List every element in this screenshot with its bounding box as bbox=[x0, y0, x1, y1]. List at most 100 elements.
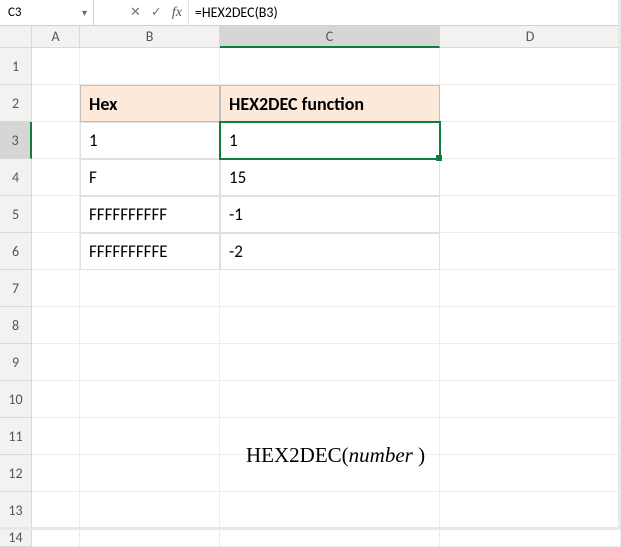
cell-B9[interactable] bbox=[80, 344, 220, 381]
cell-A9[interactable] bbox=[32, 344, 80, 381]
col-header-B[interactable]: B bbox=[80, 26, 220, 48]
row-header-7[interactable]: 7 bbox=[0, 270, 32, 307]
column-headers: A B C D bbox=[0, 26, 621, 48]
cell-B1[interactable] bbox=[80, 48, 220, 85]
enter-icon[interactable]: ✓ bbox=[151, 5, 162, 20]
row-header-1[interactable]: 1 bbox=[0, 48, 32, 85]
cell-C6[interactable]: -2 bbox=[220, 233, 440, 270]
cell-C9[interactable] bbox=[220, 344, 440, 381]
cell-A11[interactable] bbox=[32, 418, 80, 455]
formula-text: =HEX2DEC(B3) bbox=[195, 4, 278, 21]
cell-A5[interactable] bbox=[32, 196, 80, 233]
row-header-4[interactable]: 4 bbox=[0, 159, 32, 196]
cell-C8[interactable] bbox=[220, 307, 440, 344]
cell-A4[interactable] bbox=[32, 159, 80, 196]
row-10: 10 bbox=[0, 381, 621, 418]
cell-B2[interactable]: Hex bbox=[80, 85, 220, 122]
row-header-6[interactable]: 6 bbox=[0, 233, 32, 270]
cell-C2[interactable]: HEX2DEC function bbox=[220, 85, 440, 122]
row-header-14[interactable]: 14 bbox=[0, 529, 32, 547]
cell-C3[interactable]: 1 bbox=[220, 122, 440, 159]
cell-D6[interactable] bbox=[440, 233, 621, 270]
table-header-hex: Hex bbox=[89, 93, 117, 115]
row-header-10[interactable]: 10 bbox=[0, 381, 32, 418]
cell-A10[interactable] bbox=[32, 381, 80, 418]
cell-value: FFFFFFFFFE bbox=[89, 241, 168, 262]
row-header-11[interactable]: 11 bbox=[0, 418, 32, 455]
cell-D3[interactable] bbox=[440, 122, 621, 159]
cell-C1[interactable] bbox=[220, 48, 440, 85]
cell-A12[interactable] bbox=[32, 455, 80, 492]
cell-B11[interactable] bbox=[80, 418, 220, 455]
cell-A1[interactable] bbox=[32, 48, 80, 85]
cell-B12[interactable] bbox=[80, 455, 220, 492]
col-header-D[interactable]: D bbox=[440, 26, 621, 48]
cell-B7[interactable] bbox=[80, 270, 220, 307]
fill-handle[interactable] bbox=[436, 155, 442, 161]
formula-bar-divider bbox=[94, 0, 124, 25]
cell-A8[interactable] bbox=[32, 307, 80, 344]
cell-D13[interactable] bbox=[440, 492, 621, 529]
row-2: 2 Hex HEX2DEC function bbox=[0, 85, 621, 122]
cell-D2[interactable] bbox=[440, 85, 621, 122]
select-all-corner[interactable] bbox=[0, 26, 32, 48]
cell-D7[interactable] bbox=[440, 270, 621, 307]
row-header-12[interactable]: 12 bbox=[0, 455, 32, 492]
formula-input[interactable]: =HEX2DEC(B3) bbox=[188, 0, 621, 25]
row-header-2[interactable]: 2 bbox=[0, 85, 32, 122]
chevron-down-icon[interactable]: ▾ bbox=[78, 6, 87, 19]
row-header-8[interactable]: 8 bbox=[0, 307, 32, 344]
row-6: 6 FFFFFFFFFE -2 bbox=[0, 233, 621, 270]
row-5: 5 FFFFFFFFFF -1 bbox=[0, 196, 621, 233]
cell-D10[interactable] bbox=[440, 381, 621, 418]
cell-B14[interactable] bbox=[80, 529, 220, 547]
row-header-9[interactable]: 9 bbox=[0, 344, 32, 381]
cell-A13[interactable] bbox=[32, 492, 80, 529]
row-9: 9 bbox=[0, 344, 621, 381]
cancel-icon[interactable]: ✕ bbox=[130, 5, 141, 20]
cell-value: F bbox=[89, 167, 97, 188]
syntax-arg: number bbox=[349, 443, 413, 467]
cell-B4[interactable]: F bbox=[80, 159, 220, 196]
cell-B13[interactable] bbox=[80, 492, 220, 529]
cell-C13[interactable] bbox=[220, 492, 440, 529]
row-header-3[interactable]: 3 bbox=[0, 122, 32, 159]
row-8: 8 bbox=[0, 307, 621, 344]
cell-D5[interactable] bbox=[440, 196, 621, 233]
cell-B8[interactable] bbox=[80, 307, 220, 344]
cell-B10[interactable] bbox=[80, 381, 220, 418]
cell-A3[interactable] bbox=[32, 122, 80, 159]
name-box[interactable]: C3 ▾ bbox=[0, 0, 94, 25]
spreadsheet-grid: A B C D 1 2 Hex HEX2DEC function 3 1 1 4… bbox=[0, 26, 621, 547]
cell-C5[interactable]: -1 bbox=[220, 196, 440, 233]
cell-value: -2 bbox=[229, 241, 243, 262]
cell-C14[interactable] bbox=[220, 529, 440, 547]
cell-C7[interactable] bbox=[220, 270, 440, 307]
row-header-5[interactable]: 5 bbox=[0, 196, 32, 233]
syntax-close: ) bbox=[413, 443, 425, 467]
row-4: 4 F 15 bbox=[0, 159, 621, 196]
fx-icon[interactable]: fx bbox=[172, 5, 182, 21]
cell-value: 1 bbox=[89, 130, 98, 151]
cell-D11[interactable] bbox=[440, 418, 621, 455]
cell-B3[interactable]: 1 bbox=[80, 122, 220, 159]
row-header-13[interactable]: 13 bbox=[0, 492, 32, 529]
cell-A6[interactable] bbox=[32, 233, 80, 270]
cell-D8[interactable] bbox=[440, 307, 621, 344]
cell-D14[interactable] bbox=[440, 529, 621, 547]
col-header-C[interactable]: C bbox=[220, 26, 440, 48]
cell-B5[interactable]: FFFFFFFFFF bbox=[80, 196, 220, 233]
cell-D4[interactable] bbox=[440, 159, 621, 196]
cell-A7[interactable] bbox=[32, 270, 80, 307]
cell-C4[interactable]: 15 bbox=[220, 159, 440, 196]
row-14: 14 bbox=[0, 529, 621, 547]
cell-A2[interactable] bbox=[32, 85, 80, 122]
formula-bar-buttons: ✕ ✓ fx bbox=[124, 0, 188, 25]
col-header-A[interactable]: A bbox=[32, 26, 80, 48]
cell-B6[interactable]: FFFFFFFFFE bbox=[80, 233, 220, 270]
cell-D1[interactable] bbox=[440, 48, 621, 85]
cell-A14[interactable] bbox=[32, 529, 80, 547]
cell-C10[interactable] bbox=[220, 381, 440, 418]
cell-D9[interactable] bbox=[440, 344, 621, 381]
cell-D12[interactable] bbox=[440, 455, 621, 492]
